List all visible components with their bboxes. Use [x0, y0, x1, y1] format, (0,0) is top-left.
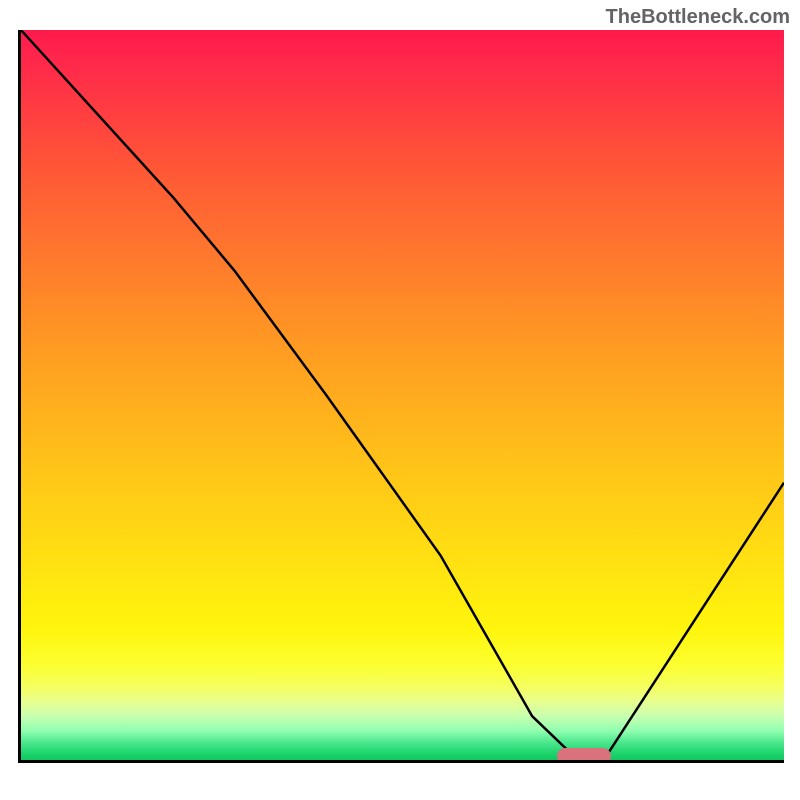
chart-container: [18, 30, 784, 790]
plot-area: [18, 30, 784, 763]
optimal-marker: [557, 748, 611, 763]
watermark-text: TheBottleneck.com: [606, 6, 790, 29]
bottleneck-curve: [21, 30, 784, 753]
curve-svg: [21, 30, 784, 760]
